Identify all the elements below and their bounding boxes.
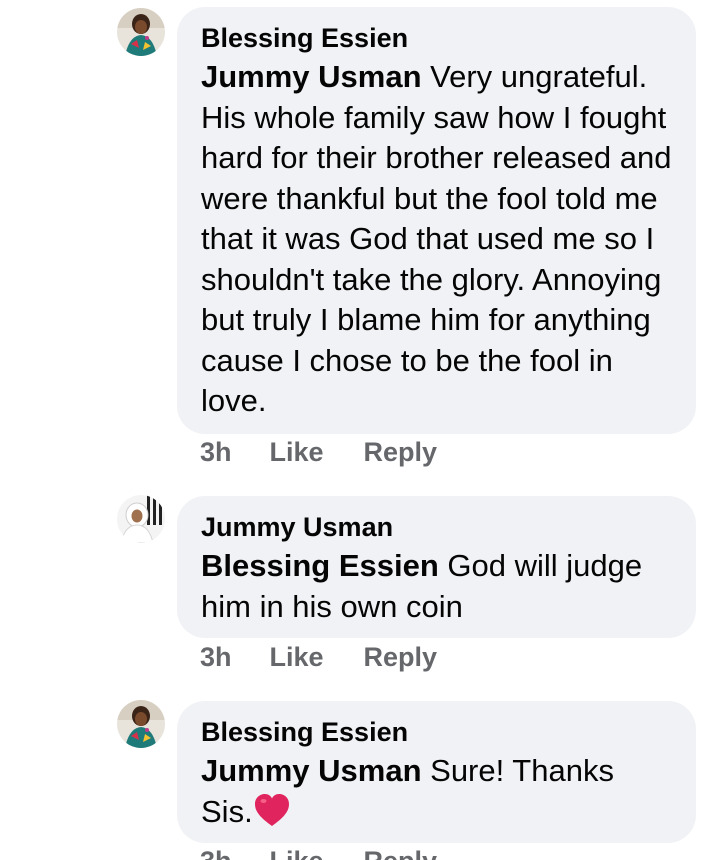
comment-thread: Blessing Essien Jummy Usman Very ungrate…: [0, 0, 720, 860]
comment-timestamp: 3h: [200, 846, 232, 860]
comment-text: Jummy Usman Sure! Thanks Sis.: [201, 751, 672, 838]
like-button[interactable]: Like: [270, 437, 324, 468]
comment-actions: 3h Like Reply: [200, 846, 437, 860]
mention-link[interactable]: Jummy Usman: [201, 59, 422, 94]
comment-author[interactable]: Blessing Essien: [201, 715, 672, 749]
comment-text: Blessing Essien God will judge him in hi…: [201, 546, 672, 627]
mention-link[interactable]: Jummy Usman: [201, 753, 422, 788]
comment-timestamp: 3h: [200, 642, 232, 672]
comment-bubble: Jummy Usman Blessing Essien God will jud…: [177, 496, 696, 638]
comment-text: Jummy Usman Very ungrateful. His whole f…: [201, 57, 672, 422]
comment-bubble: Blessing Essien Jummy Usman Very ungrate…: [177, 7, 696, 434]
avatar[interactable]: [117, 495, 165, 543]
comment-actions: 3h Like Reply: [200, 437, 437, 468]
red-heart-icon: [253, 792, 291, 839]
reply-button[interactable]: Reply: [364, 642, 438, 673]
like-button[interactable]: Like: [270, 846, 324, 860]
like-button[interactable]: Like: [270, 642, 324, 673]
avatar[interactable]: [117, 8, 165, 56]
comment-actions: 3h Like Reply: [200, 642, 437, 673]
comment-timestamp: 3h: [200, 437, 232, 467]
comment-body: Very ungrateful. His whole family saw ho…: [201, 59, 672, 418]
comment-author[interactable]: Jummy Usman: [201, 510, 672, 544]
mention-link[interactable]: Blessing Essien: [201, 548, 439, 583]
comment-author[interactable]: Blessing Essien: [201, 21, 672, 55]
reply-button[interactable]: Reply: [364, 437, 438, 468]
comment-bubble: Blessing Essien Jummy Usman Sure! Thanks…: [177, 701, 696, 843]
avatar[interactable]: [117, 700, 165, 748]
reply-button[interactable]: Reply: [364, 846, 438, 860]
